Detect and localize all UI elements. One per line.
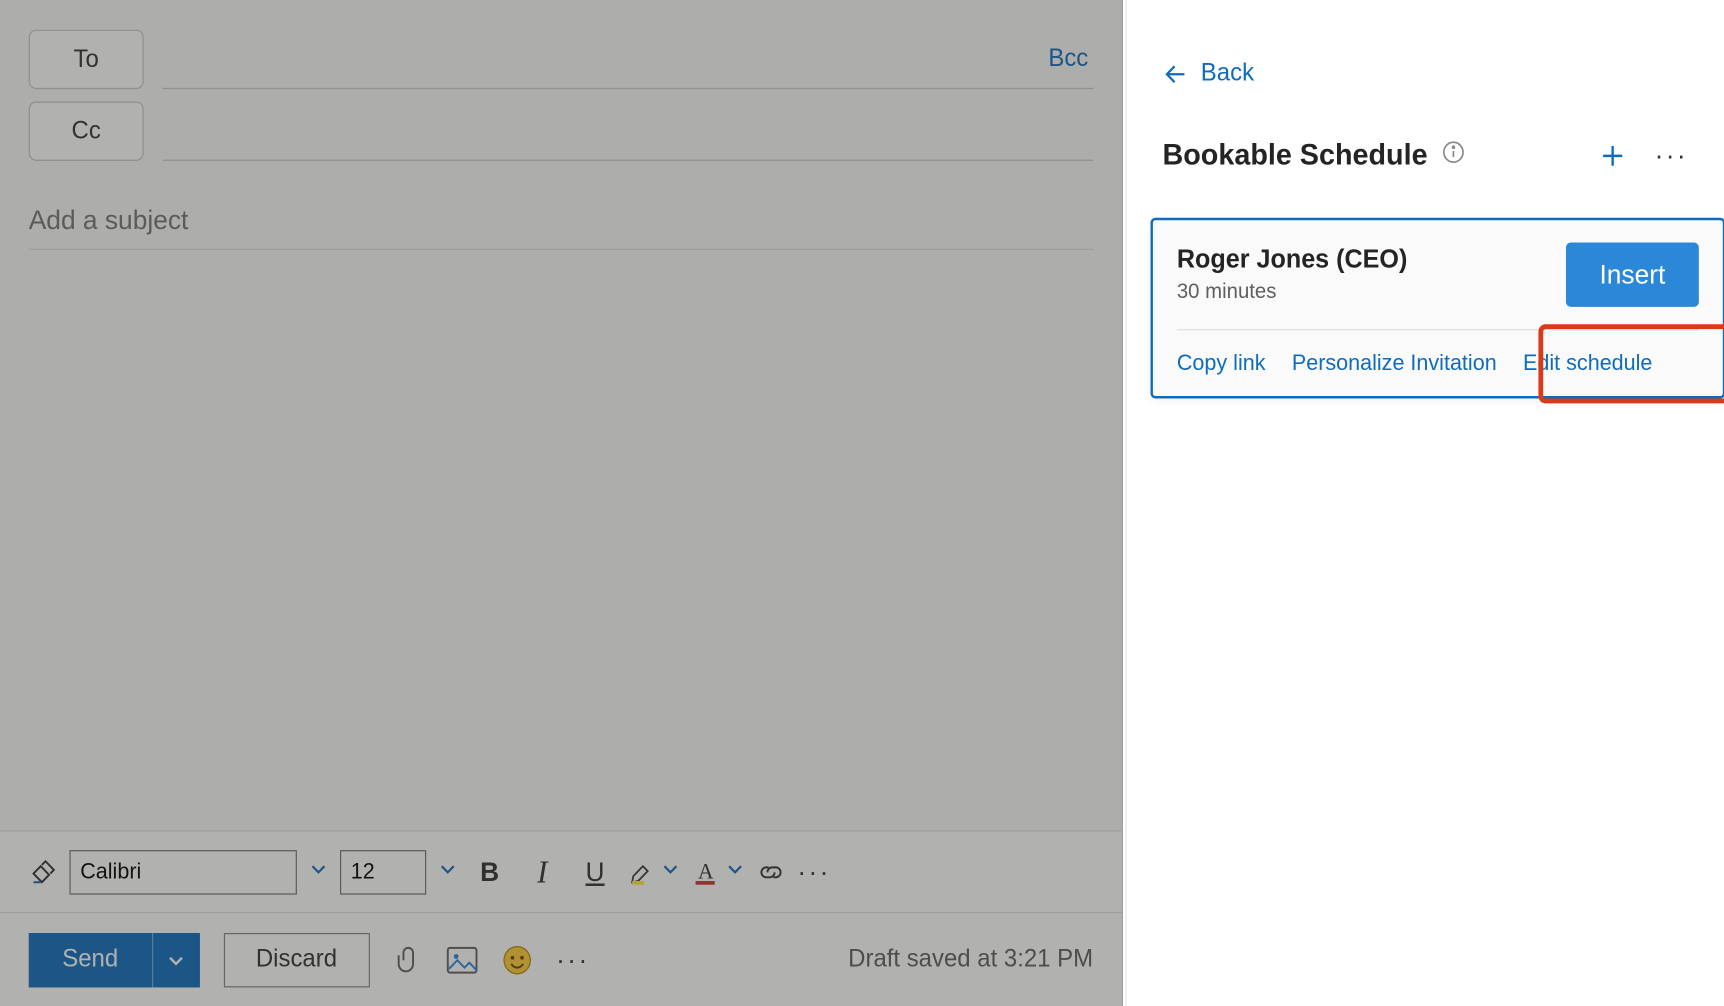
info-icon[interactable] xyxy=(1442,140,1466,171)
format-more-icon[interactable]: ··· xyxy=(797,856,831,888)
to-input[interactable] xyxy=(163,30,1093,89)
format-painter-icon[interactable] xyxy=(29,857,58,887)
cc-input[interactable] xyxy=(163,101,1093,160)
bcc-link[interactable]: Bcc xyxy=(1048,45,1088,73)
link-icon[interactable] xyxy=(757,857,786,887)
panel-title: Bookable Schedule xyxy=(1163,138,1428,173)
attach-icon[interactable] xyxy=(393,945,422,975)
draft-status: Draft saved at 3:21 PM xyxy=(848,945,1093,973)
panel-more-icon[interactable]: ··· xyxy=(1655,139,1689,171)
font-color-dropdown-icon[interactable] xyxy=(726,859,745,885)
bold-button[interactable]: B xyxy=(469,851,510,893)
subject-input[interactable] xyxy=(29,191,1093,250)
font-color-icon[interactable]: A xyxy=(692,857,721,887)
arrow-left-icon xyxy=(1163,60,1189,87)
add-schedule-button[interactable] xyxy=(1600,142,1626,169)
compose-pane: To Bcc Cc B I U xyxy=(0,0,1123,1006)
font-name-input[interactable] xyxy=(69,849,296,894)
font-name-dropdown-icon[interactable] xyxy=(309,859,328,885)
schedule-card: Roger Jones (CEO) 30 minutes Insert Copy… xyxy=(1151,217,1724,398)
send-split-button[interactable] xyxy=(152,932,200,986)
svg-text:A: A xyxy=(698,858,714,883)
back-link[interactable]: Back xyxy=(1163,59,1255,87)
format-toolbar: B I U A ··· xyxy=(0,830,1122,912)
highlight-dropdown-icon[interactable] xyxy=(661,859,680,885)
italic-button[interactable]: I xyxy=(522,851,563,893)
action-bar: Send Discard ··· Draft saved at 3:21 PM xyxy=(0,912,1122,1006)
insert-button[interactable]: Insert xyxy=(1566,242,1699,306)
send-button[interactable]: Send xyxy=(29,932,152,986)
highlight-icon[interactable] xyxy=(627,857,656,887)
underline-button[interactable]: U xyxy=(575,851,616,893)
edit-schedule-link[interactable]: Edit schedule xyxy=(1523,350,1652,376)
font-size-dropdown-icon[interactable] xyxy=(438,859,457,885)
plus-icon xyxy=(1600,142,1626,169)
message-body[interactable] xyxy=(0,250,1122,830)
personalize-link[interactable]: Personalize Invitation xyxy=(1292,350,1497,376)
image-icon[interactable] xyxy=(446,946,477,973)
action-more-icon[interactable]: ··· xyxy=(556,944,590,976)
bookable-schedule-panel: Back Bookable Schedule ··· Roger Jones (… xyxy=(1125,0,1724,1006)
to-button[interactable]: To xyxy=(29,30,144,89)
schedule-duration: 30 minutes xyxy=(1177,279,1408,304)
discard-button[interactable]: Discard xyxy=(224,932,370,986)
back-label: Back xyxy=(1201,59,1254,87)
font-size-input[interactable] xyxy=(340,849,426,894)
schedule-name: Roger Jones (CEO) xyxy=(1177,244,1408,274)
emoji-icon[interactable] xyxy=(501,944,532,976)
cc-button[interactable]: Cc xyxy=(29,101,144,160)
copy-link[interactable]: Copy link xyxy=(1177,350,1266,376)
